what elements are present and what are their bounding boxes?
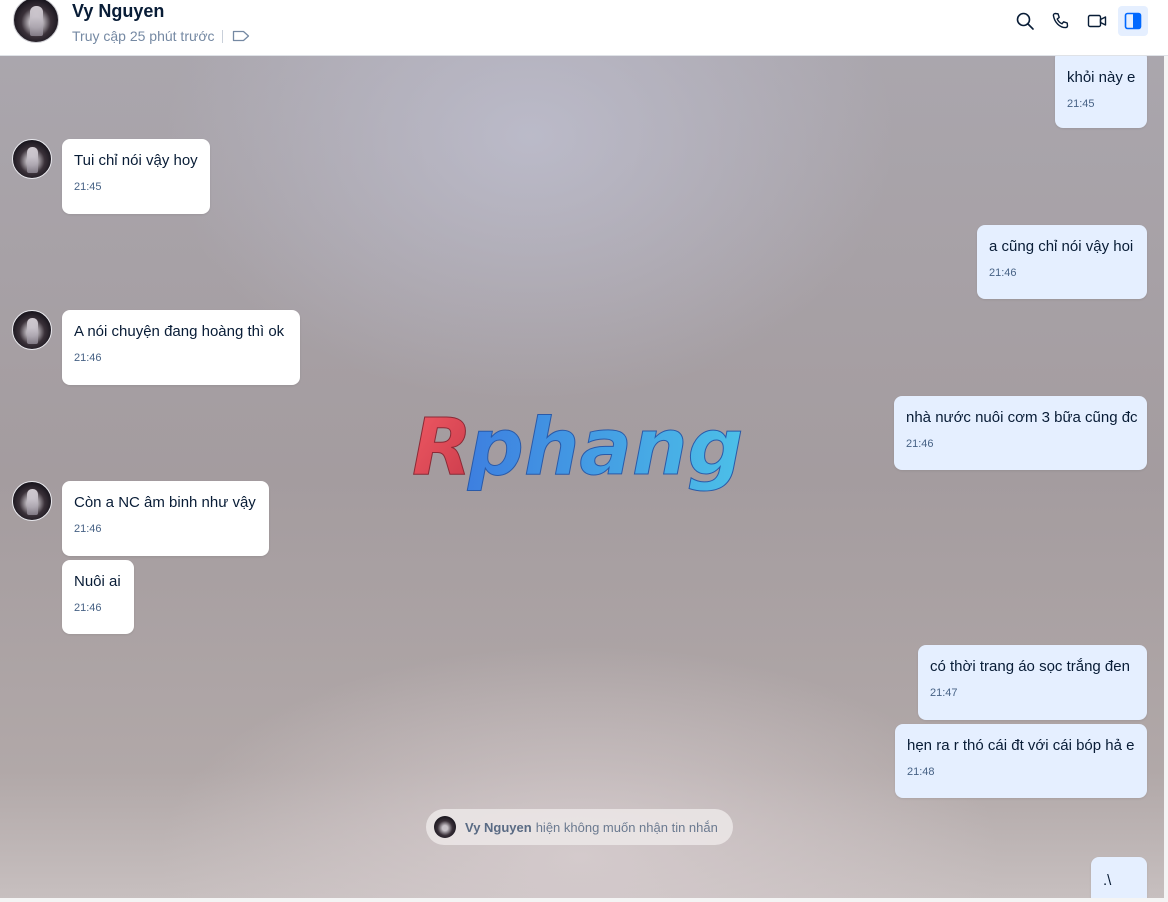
blocked-messages-notice: Vy Nguyen hiện không muốn nhận tin nhắn bbox=[426, 809, 733, 845]
scrollbar-track[interactable] bbox=[1164, 56, 1168, 898]
sender-avatar[interactable] bbox=[12, 310, 52, 350]
message-time: 21:47 bbox=[930, 687, 958, 699]
sender-avatar[interactable] bbox=[12, 139, 52, 179]
status-divider bbox=[222, 30, 223, 43]
contact-name[interactable]: Vy Nguyen bbox=[72, 1, 164, 22]
message-bubble-incoming[interactable]: Còn a NC âm binh như vậy 21:46 bbox=[62, 481, 269, 556]
message-bubble-outgoing[interactable]: .\ bbox=[1091, 857, 1147, 898]
message-list[interactable]: R phang khỏi này e 21:45 Tui chỉ nói vậy… bbox=[0, 56, 1164, 898]
message-time: 21:48 bbox=[907, 766, 935, 778]
header-actions bbox=[1010, 6, 1148, 36]
message-time: 21:46 bbox=[74, 602, 102, 614]
conversation-info-toggle[interactable] bbox=[1118, 6, 1148, 36]
video-camera-icon bbox=[1087, 14, 1107, 28]
phone-icon bbox=[1052, 12, 1069, 29]
svg-text:phang: phang bbox=[467, 408, 743, 493]
message-time: 21:46 bbox=[989, 267, 1017, 279]
label-tag-icon[interactable] bbox=[232, 29, 250, 43]
search-button[interactable] bbox=[1010, 6, 1040, 36]
search-icon bbox=[1016, 12, 1034, 30]
notice-text: hiện không muốn nhận tin nhắn bbox=[535, 819, 718, 835]
message-time: 21:46 bbox=[906, 438, 934, 450]
message-bubble-outgoing[interactable]: a cũng chỉ nói vậy hoi 21:46 bbox=[977, 225, 1147, 299]
message-time: 21:45 bbox=[1067, 98, 1095, 110]
voice-call-button[interactable] bbox=[1046, 6, 1076, 36]
message-text: Tui chỉ nói vậy hoy bbox=[74, 152, 198, 169]
message-text: có thời trang áo sọc trắng đen bbox=[930, 658, 1130, 675]
message-text: .\ bbox=[1103, 872, 1112, 889]
message-bubble-outgoing[interactable]: hẹn ra r thó cái đt với cái bóp hả e 21:… bbox=[895, 724, 1147, 798]
contact-status: Truy cập 25 phút trước bbox=[72, 28, 215, 44]
message-bubble-incoming[interactable]: Tui chỉ nói vậy hoy 21:45 bbox=[62, 139, 210, 214]
message-text: Nuôi ai bbox=[74, 573, 121, 590]
message-bubble-incoming[interactable]: A nói chuyện đang hoàng thì ok 21:46 bbox=[62, 310, 300, 385]
message-bubble-outgoing[interactable]: có thời trang áo sọc trắng đen 21:47 bbox=[918, 645, 1147, 720]
watermark-logo: R phang bbox=[412, 408, 744, 494]
notice-contact-name: Vy Nguyen bbox=[465, 819, 532, 835]
message-bubble-outgoing[interactable]: nhà nước nuôi cơm 3 bữa cũng đc 21:46 bbox=[894, 396, 1147, 470]
chat-header: Vy Nguyen Truy cập 25 phút trước bbox=[0, 0, 1168, 56]
message-text: a cũng chỉ nói vậy hoi bbox=[989, 238, 1134, 255]
message-time: 21:46 bbox=[74, 352, 102, 364]
message-bubble-outgoing[interactable]: khỏi này e 21:45 bbox=[1055, 56, 1147, 128]
message-bubble-incoming[interactable]: Nuôi ai 21:46 bbox=[62, 560, 134, 634]
sender-avatar[interactable] bbox=[12, 481, 52, 521]
sidebar-toggle-icon bbox=[1124, 12, 1142, 30]
message-text: A nói chuyện đang hoàng thì ok bbox=[74, 323, 285, 340]
message-text: hẹn ra r thó cái đt với cái bóp hả e bbox=[907, 737, 1135, 754]
contact-avatar[interactable] bbox=[13, 0, 59, 43]
message-text: Còn a NC âm binh như vậy bbox=[74, 494, 256, 511]
notice-avatar bbox=[434, 816, 456, 838]
svg-text:R: R bbox=[412, 408, 472, 493]
message-text: nhà nước nuôi cơm 3 bữa cũng đc bbox=[906, 409, 1138, 426]
message-text: khỏi này e bbox=[1067, 69, 1136, 86]
video-call-button[interactable] bbox=[1082, 6, 1112, 36]
message-time: 21:45 bbox=[74, 181, 102, 193]
message-time: 21:46 bbox=[74, 523, 102, 535]
composer-edge bbox=[0, 898, 1168, 902]
